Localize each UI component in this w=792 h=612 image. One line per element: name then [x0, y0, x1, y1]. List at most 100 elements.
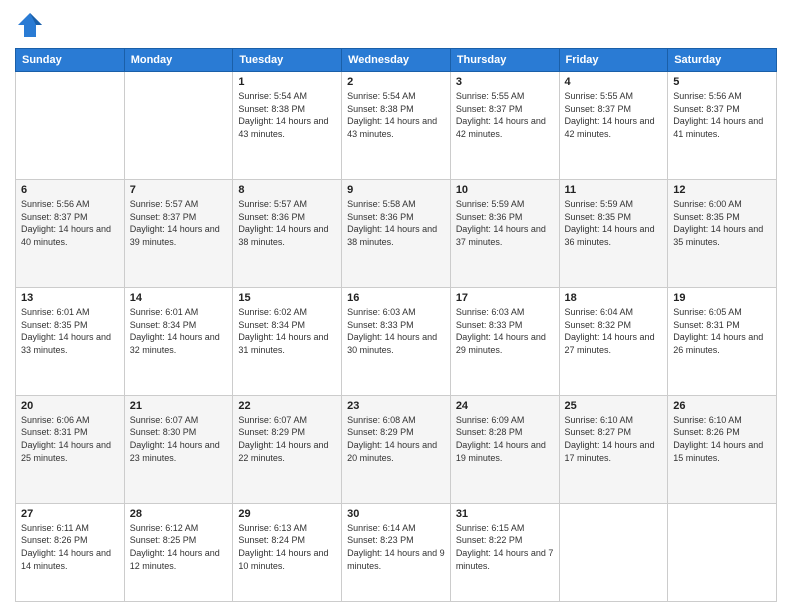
- col-sunday: Sunday: [16, 49, 125, 72]
- day-info: Sunrise: 5:57 AM Sunset: 8:37 PM Dayligh…: [130, 198, 228, 248]
- day-info: Sunrise: 6:01 AM Sunset: 8:35 PM Dayligh…: [21, 306, 119, 356]
- table-row: 31Sunrise: 6:15 AM Sunset: 8:22 PM Dayli…: [450, 503, 559, 601]
- day-number: 18: [565, 292, 663, 304]
- day-number: 11: [565, 184, 663, 196]
- table-row: [668, 503, 777, 601]
- day-number: 15: [238, 292, 336, 304]
- header: [15, 10, 777, 40]
- table-row: 24 Sunrise: 6:09 AM Sunset: 8:28 PM Dayli…: [450, 395, 559, 503]
- day-number: 26: [673, 400, 771, 412]
- table-row: 5 Sunrise: 5:56 AM Sunset: 8:37 PM Daylig…: [668, 72, 777, 180]
- day-info: Sunrise: 5:56 AM Sunset: 8:37 PM Dayligh…: [673, 90, 771, 140]
- day-info: Sunrise: 5:54 AM Sunset: 8:38 PM Dayligh…: [347, 90, 445, 140]
- table-row: 30 Sunrise: 6:14 AM Sunset: 8:23 PM Dayli…: [342, 503, 451, 601]
- table-row: 2Sunrise: 5:54 AM Sunset: 8:38 PM Daylig…: [342, 72, 451, 180]
- day-info: Sunrise: 5:58 AM Sunset: 8:36 PM Dayligh…: [347, 198, 445, 248]
- day-info: Sunrise: 6:02 AM Sunset: 8:34 PM Dayligh…: [238, 306, 336, 356]
- table-row: 22Sunrise: 6:07 AM Sunset: 8:29 PM Dayli…: [233, 395, 342, 503]
- table-row: 1 Sunrise: 5:54 AM Sunset: 8:38 PM Daylig…: [233, 72, 342, 180]
- table-row: 15 Sunrise: 6:02 AM Sunset: 8:34 PM Dayli…: [233, 287, 342, 395]
- day-number: 12: [673, 184, 771, 196]
- day-info: Sunrise: 6:08 AM Sunset: 8:29 PM Dayligh…: [347, 414, 445, 464]
- table-row: [16, 72, 125, 180]
- col-wednesday: Wednesday: [342, 49, 451, 72]
- day-number: 3: [456, 76, 554, 88]
- table-row: 6 Sunrise: 5:56 AM Sunset: 8:37 PM Daylig…: [16, 179, 125, 287]
- table-row: 11Sunrise: 5:59 AM Sunset: 8:35 PM Dayli…: [559, 179, 668, 287]
- table-row: 14 Sunrise: 6:01 AM Sunset: 8:34 PM Dayli…: [124, 287, 233, 395]
- table-row: 19Sunrise: 6:05 AM Sunset: 8:31 PM Dayli…: [668, 287, 777, 395]
- col-tuesday: Tuesday: [233, 49, 342, 72]
- table-row: 7 Sunrise: 5:57 AM Sunset: 8:37 PM Daylig…: [124, 179, 233, 287]
- table-row: 29 Sunrise: 6:13 AM Sunset: 8:24 PM Dayli…: [233, 503, 342, 601]
- day-info: Sunrise: 6:07 AM Sunset: 8:30 PM Dayligh…: [130, 414, 228, 464]
- day-info: Sunrise: 6:07 AM Sunset: 8:29 PM Dayligh…: [238, 414, 336, 464]
- day-info: Sunrise: 5:55 AM Sunset: 8:37 PM Dayligh…: [456, 90, 554, 140]
- col-saturday: Saturday: [668, 49, 777, 72]
- day-number: 25: [565, 400, 663, 412]
- day-info: Sunrise: 6:10 AM Sunset: 8:27 PM Dayligh…: [565, 414, 663, 464]
- day-number: 8: [238, 184, 336, 196]
- day-number: 6: [21, 184, 119, 196]
- day-info: Sunrise: 6:06 AM Sunset: 8:31 PM Dayligh…: [21, 414, 119, 464]
- day-number: 31: [456, 508, 554, 520]
- day-number: 9: [347, 184, 445, 196]
- calendar-week-row: 6 Sunrise: 5:56 AM Sunset: 8:37 PM Daylig…: [16, 179, 777, 287]
- day-number: 17: [456, 292, 554, 304]
- day-info: Sunrise: 6:01 AM Sunset: 8:34 PM Dayligh…: [130, 306, 228, 356]
- day-number: 30: [347, 508, 445, 520]
- col-monday: Monday: [124, 49, 233, 72]
- table-row: 23Sunrise: 6:08 AM Sunset: 8:29 PM Dayli…: [342, 395, 451, 503]
- day-number: 4: [565, 76, 663, 88]
- day-info: Sunrise: 6:10 AM Sunset: 8:26 PM Dayligh…: [673, 414, 771, 464]
- table-row: [559, 503, 668, 601]
- day-info: Sunrise: 6:09 AM Sunset: 8:28 PM Dayligh…: [456, 414, 554, 464]
- calendar-week-row: 27 Sunrise: 6:11 AM Sunset: 8:26 PM Dayli…: [16, 503, 777, 601]
- day-info: Sunrise: 5:55 AM Sunset: 8:37 PM Dayligh…: [565, 90, 663, 140]
- day-info: Sunrise: 6:05 AM Sunset: 8:31 PM Dayligh…: [673, 306, 771, 356]
- day-number: 21: [130, 400, 228, 412]
- day-info: Sunrise: 5:56 AM Sunset: 8:37 PM Dayligh…: [21, 198, 119, 248]
- table-row: 16 Sunrise: 6:03 AM Sunset: 8:33 PM Dayli…: [342, 287, 451, 395]
- day-number: 20: [21, 400, 119, 412]
- day-number: 14: [130, 292, 228, 304]
- day-info: Sunrise: 6:14 AM Sunset: 8:23 PM Dayligh…: [347, 522, 445, 572]
- day-number: 29: [238, 508, 336, 520]
- day-info: Sunrise: 6:03 AM Sunset: 8:33 PM Dayligh…: [347, 306, 445, 356]
- day-number: 24: [456, 400, 554, 412]
- table-row: [124, 72, 233, 180]
- table-row: 28 Sunrise: 6:12 AM Sunset: 8:25 PM Dayli…: [124, 503, 233, 601]
- day-info: Sunrise: 5:59 AM Sunset: 8:36 PM Dayligh…: [456, 198, 554, 248]
- logo: [15, 10, 49, 40]
- table-row: 8 Sunrise: 5:57 AM Sunset: 8:36 PM Daylig…: [233, 179, 342, 287]
- calendar-table: Sunday Monday Tuesday Wednesday Thursday…: [15, 48, 777, 602]
- table-row: 12 Sunrise: 6:00 AM Sunset: 8:35 PM Dayli…: [668, 179, 777, 287]
- table-row: 3 Sunrise: 5:55 AM Sunset: 8:37 PM Daylig…: [450, 72, 559, 180]
- table-row: 13 Sunrise: 6:01 AM Sunset: 8:35 PM Dayli…: [16, 287, 125, 395]
- calendar-week-row: 13 Sunrise: 6:01 AM Sunset: 8:35 PM Dayli…: [16, 287, 777, 395]
- day-number: 27: [21, 508, 119, 520]
- day-number: 13: [21, 292, 119, 304]
- table-row: 18Sunrise: 6:04 AM Sunset: 8:32 PM Dayli…: [559, 287, 668, 395]
- day-info: Sunrise: 5:57 AM Sunset: 8:36 PM Dayligh…: [238, 198, 336, 248]
- day-info: Sunrise: 6:11 AM Sunset: 8:26 PM Dayligh…: [21, 522, 119, 572]
- day-number: 5: [673, 76, 771, 88]
- calendar-week-row: 20 Sunrise: 6:06 AM Sunset: 8:31 PM Dayli…: [16, 395, 777, 503]
- day-info: Sunrise: 6:13 AM Sunset: 8:24 PM Dayligh…: [238, 522, 336, 572]
- day-number: 28: [130, 508, 228, 520]
- table-row: 26 Sunrise: 6:10 AM Sunset: 8:26 PM Dayli…: [668, 395, 777, 503]
- day-info: Sunrise: 6:12 AM Sunset: 8:25 PM Dayligh…: [130, 522, 228, 572]
- table-row: 25 Sunrise: 6:10 AM Sunset: 8:27 PM Dayli…: [559, 395, 668, 503]
- calendar-header-row: Sunday Monday Tuesday Wednesday Thursday…: [16, 49, 777, 72]
- day-number: 10: [456, 184, 554, 196]
- page: Sunday Monday Tuesday Wednesday Thursday…: [0, 0, 792, 612]
- calendar-week-row: 1 Sunrise: 5:54 AM Sunset: 8:38 PM Daylig…: [16, 72, 777, 180]
- day-number: 7: [130, 184, 228, 196]
- table-row: 21 Sunrise: 6:07 AM Sunset: 8:30 PM Dayli…: [124, 395, 233, 503]
- day-number: 1: [238, 76, 336, 88]
- day-number: 16: [347, 292, 445, 304]
- table-row: 20 Sunrise: 6:06 AM Sunset: 8:31 PM Dayli…: [16, 395, 125, 503]
- col-friday: Friday: [559, 49, 668, 72]
- day-info: Sunrise: 6:00 AM Sunset: 8:35 PM Dayligh…: [673, 198, 771, 248]
- day-info: Sunrise: 5:54 AM Sunset: 8:38 PM Dayligh…: [238, 90, 336, 140]
